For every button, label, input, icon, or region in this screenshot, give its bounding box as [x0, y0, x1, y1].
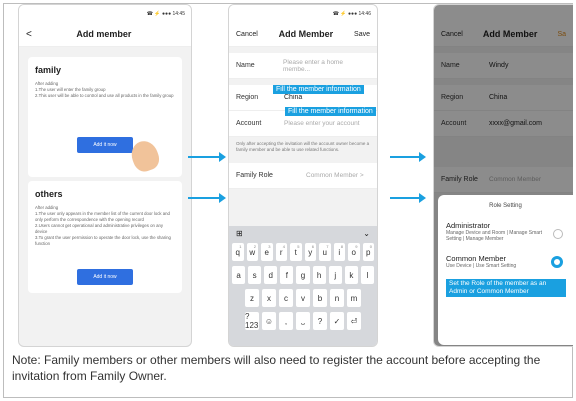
key-row2-1[interactable]: s — [248, 266, 262, 284]
key-row1-0[interactable]: q1 — [232, 243, 244, 261]
phone-add-member-type: ☎ ⚡ ●●● 14:45 < Add member family After … — [18, 4, 192, 347]
others-line2: 1.The user only appears in the member li… — [35, 211, 170, 222]
key-row3-1[interactable]: x — [262, 289, 276, 307]
others-add-button[interactable]: Add it now — [77, 269, 133, 285]
key-row1-9[interactable]: p0 — [362, 243, 374, 261]
arrow-right-icon — [390, 152, 426, 162]
key-row1-3[interactable]: r4 — [275, 243, 287, 261]
family-role-label: Family Role — [236, 172, 273, 179]
key-row2-6[interactable]: j — [328, 266, 342, 284]
key-row3-2[interactable]: c — [279, 289, 293, 307]
role-option-common[interactable]: Common Member Use Device | Use Smart Set… — [446, 254, 565, 269]
family-role-row[interactable]: Family Role Common Member > — [229, 163, 377, 189]
arrow-right-icon — [188, 193, 226, 203]
phone-add-member-form: ☎ ⚡ ●●● 14:46 Cancel Add Member Save Nam… — [228, 4, 378, 347]
key-row1-8[interactable]: o9 — [348, 243, 360, 261]
name-input[interactable]: Please enter a home membe... — [283, 59, 370, 73]
others-title: others — [35, 189, 63, 199]
key-row4-4[interactable]: ? — [313, 312, 327, 330]
keyboard-hide-icon[interactable]: ⌄ — [363, 229, 370, 238]
account-input[interactable]: Please enter your account — [284, 120, 360, 127]
family-card: family After adding 1.The user will ente… — [28, 57, 182, 177]
key-row4-0[interactable]: ?123 — [245, 312, 259, 330]
key-row2-8[interactable]: l — [360, 266, 374, 284]
phone-role-setting: Cancel Add Member Sa Name Windy Region Chi… — [433, 4, 573, 347]
key-row4-6[interactable]: ⏎ — [347, 312, 361, 330]
radio-unselected-icon[interactable] — [553, 229, 563, 239]
admin-desc: Manage Device and Room | Manage Smart Se… — [446, 230, 543, 242]
keyboard: ⊞ ⌄ q1w2e3r4t5y6u7i8o9p0 asdfghjkl zxcvbn… — [229, 226, 377, 346]
callout-fill-info: Fill the member information — [273, 85, 364, 94]
status-bar: ☎ ⚡ ●●● 14:45 — [19, 5, 191, 22]
key-row4-1[interactable]: ☺ — [262, 312, 276, 330]
key-row2-5[interactable]: h — [312, 266, 326, 284]
footer-note: Note: Family members or other members wi… — [12, 353, 541, 383]
others-card: others After adding 1.The user only appe… — [28, 181, 182, 293]
arrow-right-icon — [390, 193, 426, 203]
others-line4: 3.To grant the user permission to operat… — [35, 235, 171, 246]
grid-icon[interactable]: ⊞ — [236, 229, 243, 238]
region-value: China — [284, 94, 303, 101]
role-option-admin[interactable]: Administrator Manage Device and Room | M… — [446, 221, 565, 242]
name-label: Name — [236, 62, 255, 69]
status-text: ☎ ⚡ ●●● 14:46 — [332, 10, 371, 17]
header: < Add member — [19, 22, 191, 47]
name-row[interactable]: Name Please enter a home membe... — [229, 53, 377, 79]
region-label: Region — [236, 94, 259, 101]
account-label: Account — [236, 120, 262, 127]
key-row1-2[interactable]: e3 — [261, 243, 273, 261]
key-row1-4[interactable]: t5 — [290, 243, 302, 261]
common-desc: Use Device | Use Smart Setting — [446, 263, 517, 269]
save-button[interactable]: Save — [354, 31, 370, 38]
key-row2-7[interactable]: k — [344, 266, 358, 284]
key-row3-4[interactable]: b — [313, 289, 327, 307]
key-row3-5[interactable]: n — [330, 289, 344, 307]
key-row4-3[interactable]: ⎵ — [296, 312, 310, 330]
family-role-value: Common Member > — [306, 172, 364, 179]
back-icon[interactable]: < — [26, 29, 32, 40]
key-row1-5[interactable]: y6 — [304, 243, 316, 261]
page-title: Add member — [76, 29, 132, 39]
key-row2-0[interactable]: a — [232, 266, 246, 284]
key-row3-0[interactable]: z — [245, 289, 259, 307]
role-setting-dialog: Role Setting Administrator Manage Device… — [438, 195, 573, 345]
family-add-button[interactable]: Add it now — [77, 137, 133, 153]
key-row1-6[interactable]: u7 — [319, 243, 331, 261]
key-row4-5[interactable]: ✓ — [330, 312, 344, 330]
key-row3-6[interactable]: m — [347, 289, 361, 307]
status-text: ☎ ⚡ ●●● 14:45 — [146, 10, 185, 17]
status-bar: ☎ ⚡ ●●● 14:46 — [229, 5, 377, 22]
dialog-title: Role Setting — [489, 203, 522, 209]
family-line3: 2.This user will be able to control and … — [35, 93, 174, 98]
radio-selected-icon[interactable] — [551, 256, 563, 268]
page-title: Add Member — [278, 29, 334, 39]
others-line3: 2.Users cannot get operational and admin… — [35, 223, 164, 234]
key-row1-7[interactable]: i8 — [333, 243, 345, 261]
arrow-right-icon — [188, 152, 226, 162]
header: Cancel Add Member Save — [229, 22, 377, 47]
callout-role: Set the Role of the member as an Admin o… — [446, 279, 566, 297]
key-row4-2[interactable]: , — [279, 312, 293, 330]
family-title: family — [35, 65, 62, 75]
cancel-button[interactable]: Cancel — [236, 31, 258, 38]
key-row1-1[interactable]: w2 — [246, 243, 258, 261]
common-title: Common Member — [446, 254, 507, 263]
admin-title: Administrator — [446, 221, 491, 230]
key-row3-3[interactable]: v — [296, 289, 310, 307]
key-row2-3[interactable]: f — [280, 266, 294, 284]
key-row2-2[interactable]: d — [264, 266, 278, 284]
key-row2-4[interactable]: g — [296, 266, 310, 284]
callout-fill-info: Fill the member information — [285, 107, 376, 116]
invitation-info: Only after accepting the invitation will… — [236, 141, 370, 152]
